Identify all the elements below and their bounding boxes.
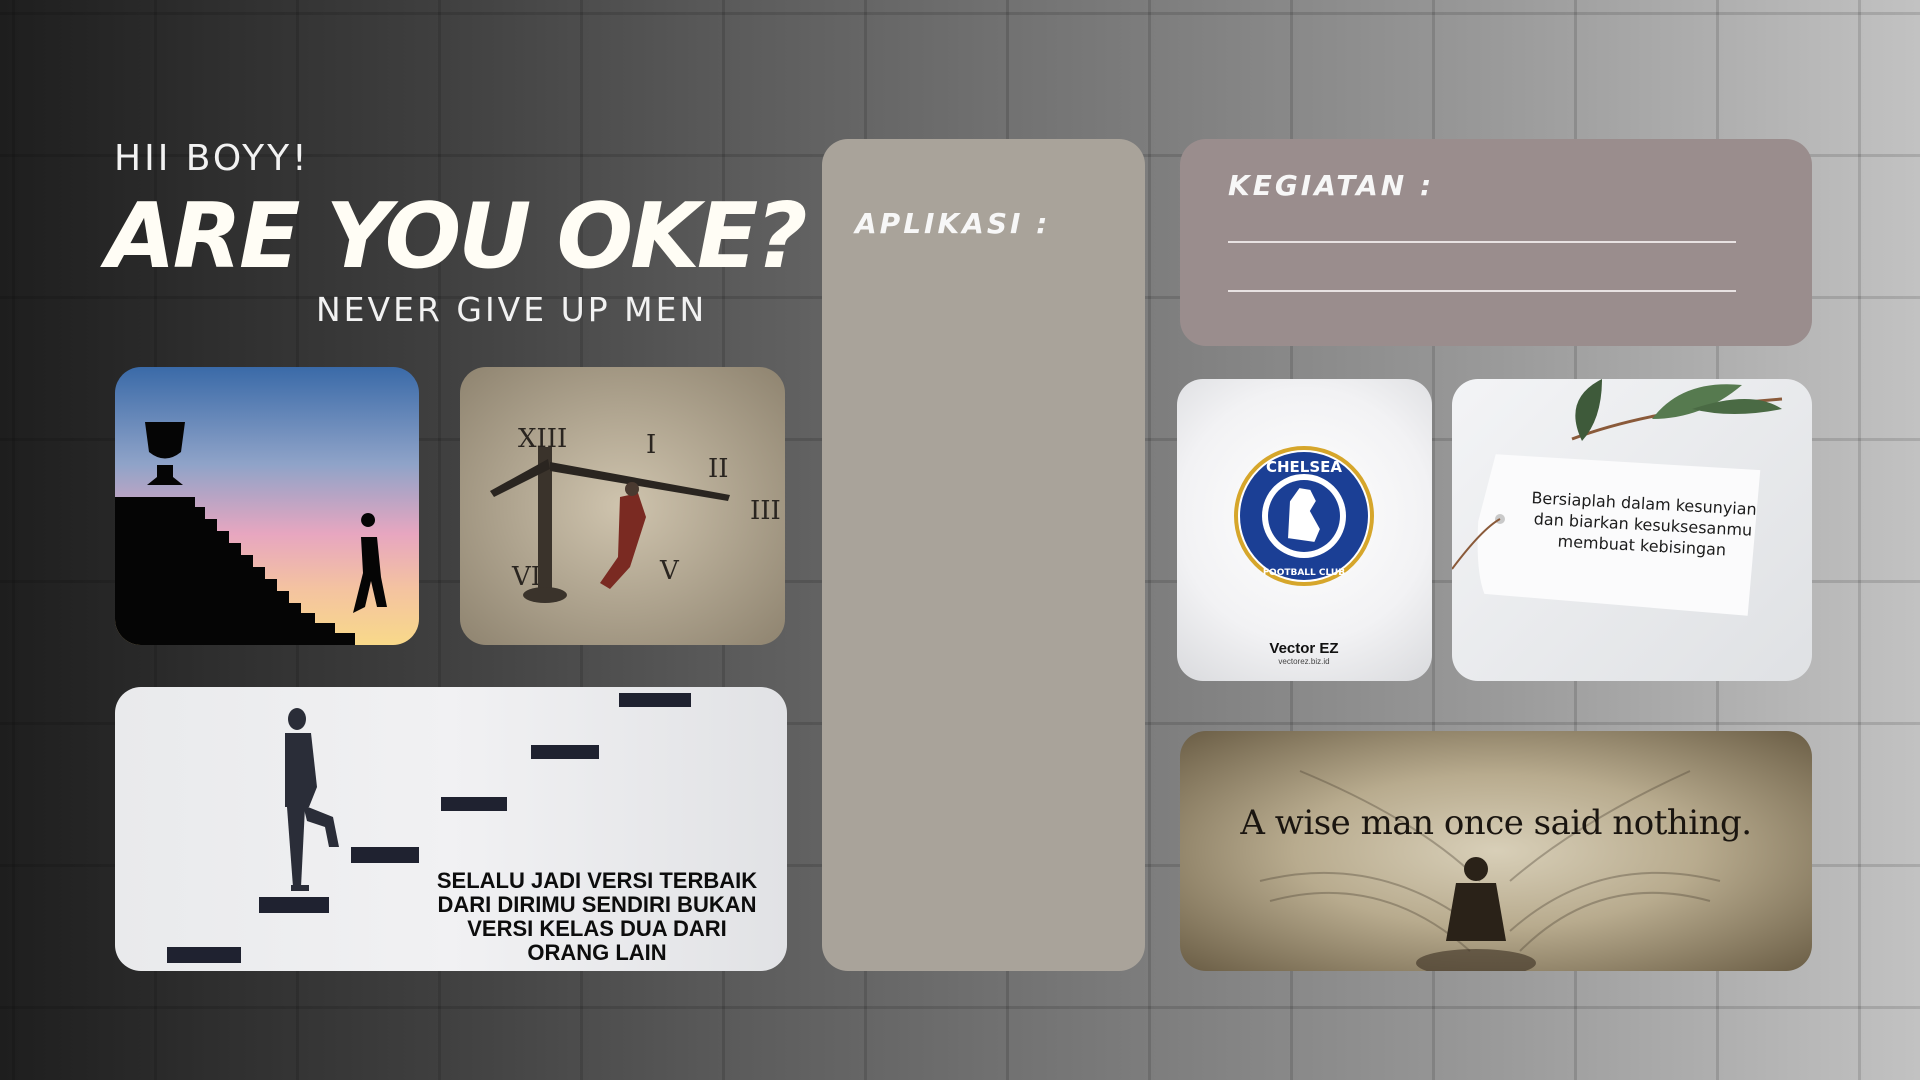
numeral-vii: V <box>659 556 680 586</box>
headline-text: ARE YOU OKE? <box>106 184 808 289</box>
activities-line-1 <box>1228 241 1736 243</box>
numeral-ii: II <box>708 454 729 484</box>
trophy-stairs-image <box>115 367 419 645</box>
chelsea-logo-image: CHELSEA FOOTBALL CLUB Vector EZ vectorez… <box>1177 379 1432 681</box>
clock-man-image: XIII I II III VI V <box>460 367 785 645</box>
activities-line-2 <box>1228 290 1736 292</box>
vector-credit-url: vectorez.biz.id <box>1278 657 1329 666</box>
activities-panel: KEGIATAN : <box>1180 139 1812 346</box>
greeting-text: HII BOYY! <box>114 138 310 179</box>
apps-panel: APLIKASI : <box>822 139 1145 971</box>
wise-man-quote-image: A wise man once said nothing. <box>1180 731 1812 971</box>
numeral-vi: VI <box>511 562 541 592</box>
career-stairs-quote-image: SELALU JADI VERSI TERBAIK DARI DIRIMU SE… <box>115 687 787 971</box>
apps-panel-label: APLIKASI : <box>855 207 1051 240</box>
tagline-text: NEVER GIVE UP MEN <box>316 290 708 329</box>
chelsea-bottom-text: FOOTBALL CLUB <box>1263 568 1345 578</box>
stairs-quote-text: SELALU JADI VERSI TERBAIK DARI DIRIMU SE… <box>436 868 758 965</box>
chelsea-top-text: CHELSEA <box>1266 458 1342 476</box>
vector-credit-text: Vector EZ <box>1269 640 1338 657</box>
wise-quote-text: A wise man once said nothing. <box>1240 803 1752 843</box>
silence-tag-quote-image: Bersiaplah dalam kesunyian dan biarkan k… <box>1452 379 1812 681</box>
numeral-iii: III <box>750 496 781 526</box>
numeral-i: I <box>646 430 656 460</box>
tag-quote-text: Bersiaplah dalam kesunyian dan biarkan k… <box>1530 488 1758 560</box>
activities-panel-label: KEGIATAN : <box>1228 169 1435 202</box>
